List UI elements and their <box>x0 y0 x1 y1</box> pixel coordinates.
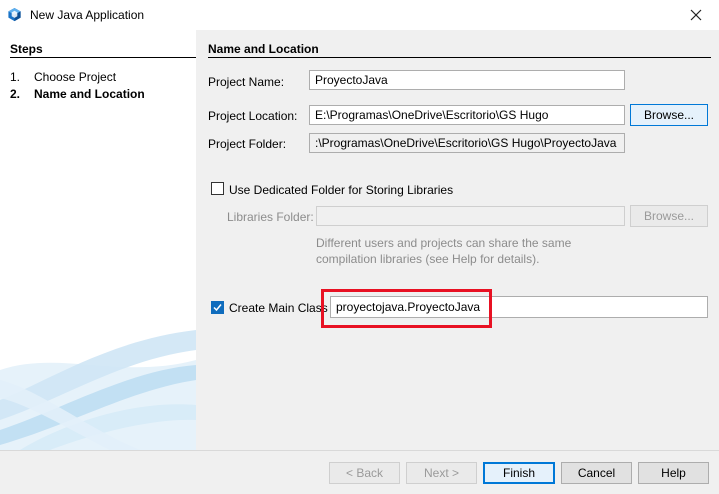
next-button[interactable]: Next > <box>406 462 477 484</box>
project-location-input[interactable]: E:\Programas\OneDrive\Escritorio\GS Hugo <box>309 105 625 125</box>
project-location-label: Project Location: <box>208 109 298 123</box>
section-title: Name and Location <box>208 42 319 56</box>
step-number: 2. <box>10 87 21 101</box>
project-folder-field[interactable]: :\Programas\OneDrive\Escritorio\GS Hugo\… <box>309 133 625 153</box>
section-divider <box>208 57 711 58</box>
libraries-folder-input[interactable] <box>316 206 625 226</box>
button-bar: < Back Next > Finish Cancel Help <box>0 450 719 494</box>
netbeans-cube-icon <box>8 7 21 22</box>
libraries-folder-label: Libraries Folder: <box>227 210 314 224</box>
libraries-hint-line-2: compilation libraries (see Help for deta… <box>316 252 540 266</box>
main-class-checkbox[interactable] <box>211 301 224 314</box>
steps-title: Steps <box>10 42 43 56</box>
window-title: New Java Application <box>30 8 145 22</box>
back-button[interactable]: < Back <box>329 462 400 484</box>
highlight-annotation-box <box>321 289 492 328</box>
project-name-label: Project Name: <box>208 75 285 89</box>
libraries-hint-line-1: Different users and projects can share t… <box>316 236 572 250</box>
project-name-input[interactable]: ProyectoJava <box>309 70 625 90</box>
step-choose-project: 1. Choose Project <box>10 70 116 84</box>
steps-divider <box>10 57 196 58</box>
browse-location-button[interactable]: Browse... <box>630 104 708 126</box>
dedicated-folder-checkbox[interactable] <box>211 182 224 195</box>
checkmark-icon <box>213 304 222 312</box>
cancel-button[interactable]: Cancel <box>561 462 632 484</box>
close-button[interactable] <box>673 0 719 30</box>
close-icon <box>690 9 702 21</box>
step-name-and-location: 2. Name and Location <box>10 87 145 101</box>
dedicated-folder-label[interactable]: Use Dedicated Folder for Storing Librari… <box>229 183 453 197</box>
decorative-swoosh-graphic <box>0 330 196 450</box>
browse-libraries-button[interactable]: Browse... <box>630 205 708 227</box>
project-folder-label: Project Folder: <box>208 137 287 151</box>
help-button[interactable]: Help <box>638 462 709 484</box>
finish-button[interactable]: Finish <box>483 462 555 484</box>
step-label: Name and Location <box>34 87 145 101</box>
main-class-label[interactable]: Create Main Class <box>229 301 328 315</box>
step-number: 1. <box>10 70 21 84</box>
step-label: Choose Project <box>34 70 117 84</box>
title-bar: New Java Application <box>0 0 719 30</box>
form-panel: Name and Location Project Name: Proyecto… <box>196 30 719 450</box>
steps-panel: Steps 1. Choose Project 2. Name and Locati… <box>0 30 196 450</box>
